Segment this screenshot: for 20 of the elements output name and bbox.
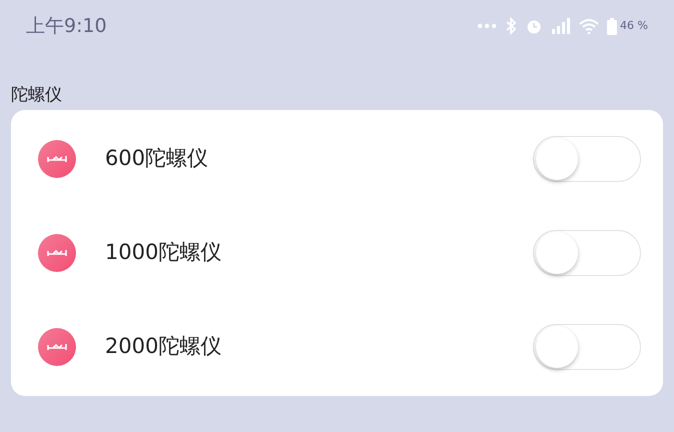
wifi-icon <box>579 18 600 34</box>
status-time: 上午9:10 <box>26 14 107 39</box>
setting-row[interactable]: 600陀螺仪 <box>11 112 663 206</box>
gyroscope-icon <box>38 328 76 366</box>
gyroscope-icon <box>38 234 76 272</box>
signal-icon <box>551 18 572 34</box>
setting-label: 2000陀螺仪 <box>105 333 222 360</box>
toggle-switch[interactable] <box>533 230 641 276</box>
section-title: 陀螺仪 <box>10 84 63 107</box>
setting-row[interactable]: 2000陀螺仪 <box>11 300 663 394</box>
setting-label: 1000陀螺仪 <box>105 239 222 266</box>
more-dots-icon <box>477 23 498 29</box>
setting-row[interactable]: 1000陀螺仪 <box>11 206 663 300</box>
bluetooth-icon <box>505 17 518 35</box>
toggle-switch[interactable] <box>533 136 641 182</box>
battery-icon <box>607 18 618 34</box>
gyroscope-icon <box>38 140 76 178</box>
battery-percentage: 46 % <box>620 18 648 34</box>
setting-label: 600陀螺仪 <box>105 145 210 172</box>
toggle-switch[interactable] <box>533 324 641 370</box>
